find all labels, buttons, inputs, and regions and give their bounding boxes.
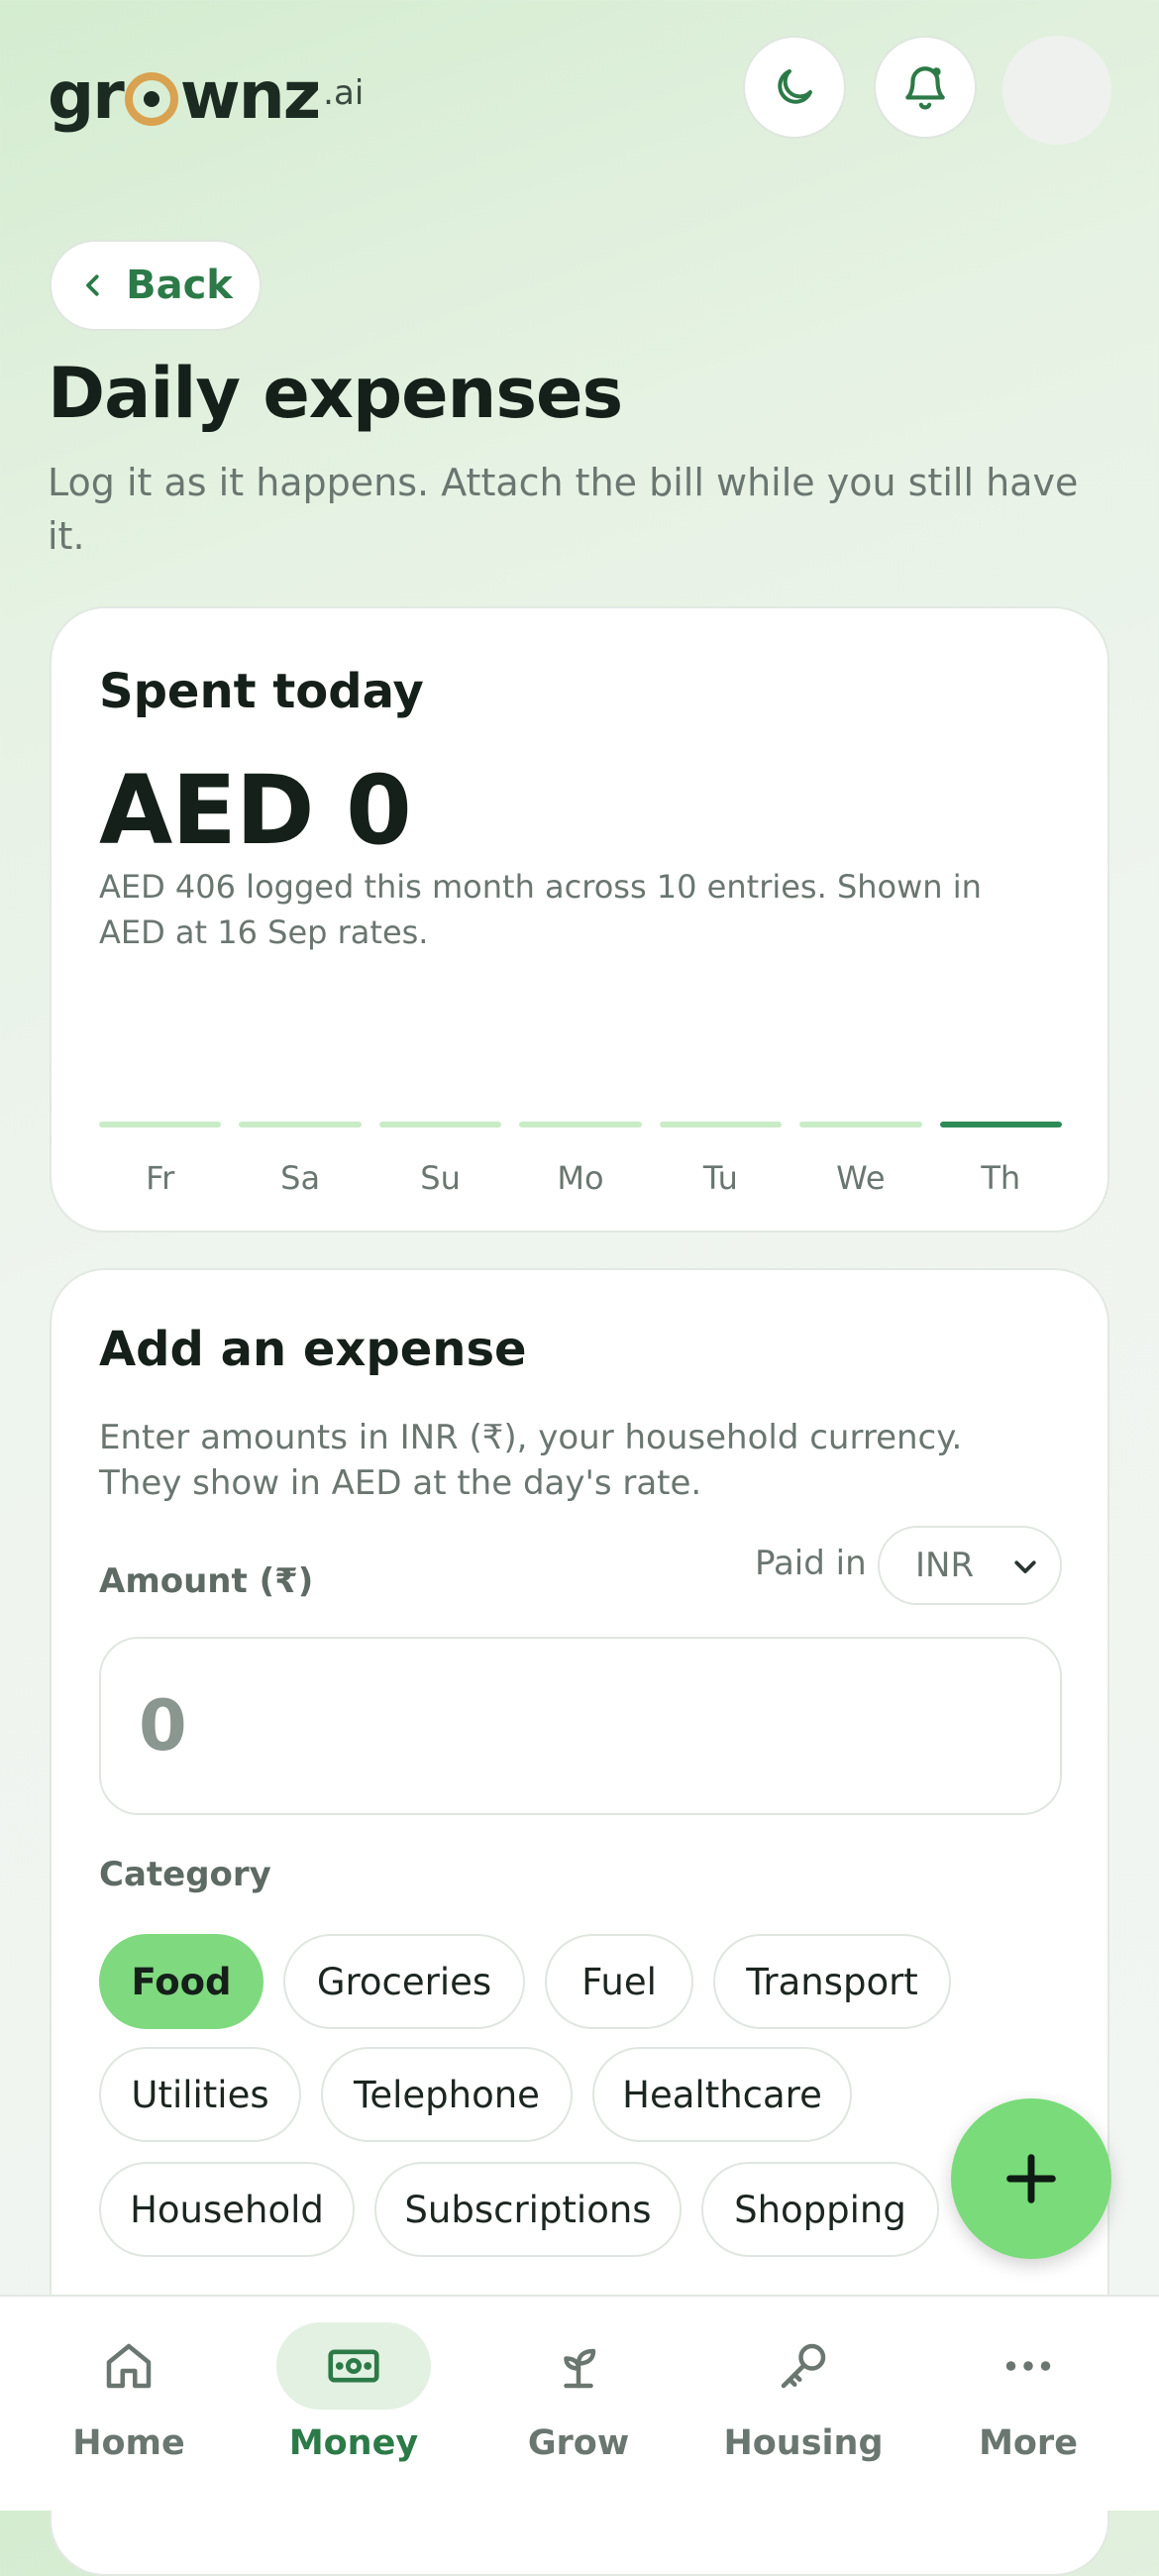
day-bar <box>99 1122 222 1127</box>
add-expense-fab[interactable] <box>951 2098 1111 2259</box>
currency-note: Enter amounts in INR (₹), your household… <box>99 1418 963 1503</box>
daily-bar-strip: Fr Sa Su Mo Tu We Th <box>99 1122 1062 1197</box>
category-chip-fuel[interactable]: Fuel <box>545 1934 693 2029</box>
day-label: Th <box>981 1159 1021 1197</box>
more-icon <box>1005 2361 1051 2371</box>
tab-home[interactable]: Home <box>30 2322 228 2463</box>
money-icon <box>328 2349 379 2383</box>
day-bar <box>519 1122 642 1127</box>
day-bar <box>239 1122 362 1127</box>
back-button[interactable]: Back <box>50 240 262 331</box>
paid-in-label: Paid in <box>755 1544 867 1583</box>
category-chip-groceries[interactable]: Groceries <box>283 1934 525 2029</box>
bell-icon <box>905 66 945 110</box>
moon-icon <box>778 69 812 104</box>
day-label: We <box>836 1159 886 1197</box>
tab-grow[interactable]: Grow <box>479 2322 678 2463</box>
page-subtitle: Log it as it happens. Attach the bill wh… <box>48 461 1079 558</box>
category-chip-healthcare[interactable]: Healthcare <box>592 2047 852 2142</box>
category-chip-food[interactable]: Food <box>99 1934 263 2029</box>
day-bar <box>659 1122 783 1127</box>
category-chip-household[interactable]: Household <box>99 2162 355 2257</box>
brand-suffix: .ai <box>323 73 365 113</box>
back-label: Back <box>126 263 233 308</box>
day-label: Fr <box>146 1159 175 1197</box>
brand-logo[interactable]: gr wnz .ai <box>48 55 364 135</box>
month-summary: AED 406 logged this month across 10 entr… <box>99 868 982 951</box>
amount-input[interactable]: 0 <box>99 1637 1062 1815</box>
category-label: Category <box>99 1855 271 1894</box>
category-chip-telephone[interactable]: Telephone <box>321 2047 573 2142</box>
plus-icon <box>1006 2154 1056 2203</box>
home-icon <box>106 2343 152 2389</box>
logo-ring-icon <box>124 72 178 126</box>
key-icon <box>781 2343 826 2389</box>
avatar[interactable] <box>1002 36 1111 145</box>
currency-value: INR <box>915 1546 975 1585</box>
spent-today-title: Spent today <box>99 664 424 719</box>
bottom-tab-bar: Home Money Grow Housing More <box>0 2295 1159 2511</box>
brand-name-end: wnz <box>179 56 321 134</box>
add-expense-title: Add an expense <box>99 1322 527 1377</box>
spent-today-card: Spent today AED 0 AED 406 logged this mo… <box>50 606 1109 1233</box>
sprout-icon <box>564 2348 596 2389</box>
spent-today-amount: AED 0 <box>99 755 412 866</box>
day-bar <box>799 1122 922 1127</box>
tab-home-label: Home <box>72 2423 185 2463</box>
tab-grow-label: Grow <box>527 2423 630 2463</box>
day-label: Sa <box>280 1159 321 1197</box>
amount-label: Amount (₹) <box>99 1561 314 1601</box>
brand-name-start: gr <box>48 56 125 134</box>
theme-toggle-button[interactable] <box>743 36 846 139</box>
tab-more[interactable]: More <box>929 2322 1127 2463</box>
day-bar <box>939 1122 1062 1127</box>
category-chip-utilities[interactable]: Utilities <box>99 2047 301 2142</box>
page-title: Daily expenses <box>48 353 623 434</box>
tab-more-label: More <box>979 2423 1078 2463</box>
tab-money[interactable]: Money <box>255 2322 453 2463</box>
day-label: Tu <box>702 1159 738 1197</box>
day-bar <box>378 1122 502 1127</box>
chevron-left-icon <box>86 274 99 296</box>
day-label: Mo <box>557 1159 604 1197</box>
category-chip-shopping[interactable]: Shopping <box>701 2162 939 2257</box>
tab-money-label: Money <box>288 2423 419 2463</box>
category-chip-subscriptions[interactable]: Subscriptions <box>374 2162 682 2257</box>
chevron-down-icon <box>1014 1560 1036 1573</box>
currency-select[interactable]: INR <box>878 1526 1062 1605</box>
notifications-button[interactable] <box>874 36 977 139</box>
tab-housing[interactable]: Housing <box>704 2322 902 2463</box>
category-chip-transport[interactable]: Transport <box>713 1934 951 2029</box>
day-label: Su <box>420 1159 461 1197</box>
tab-housing-label: Housing <box>723 2423 884 2463</box>
